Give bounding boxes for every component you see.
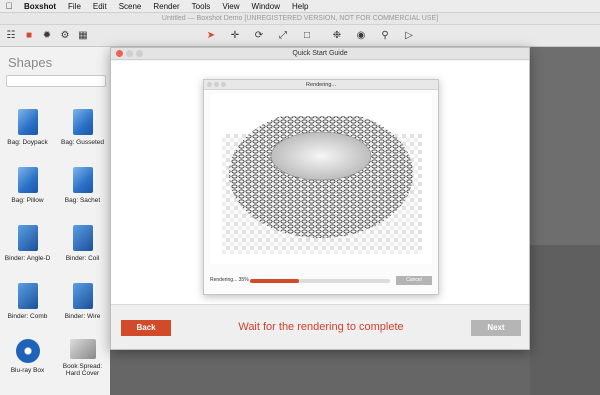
shape-binder-wire[interactable]: Binder: Wire — [55, 283, 110, 341]
menu-tools[interactable]: Tools — [186, 2, 217, 11]
shape-label: Binder: Comb — [7, 313, 48, 320]
shape-label: Binder: Wire — [64, 313, 101, 320]
bag-icon — [17, 167, 38, 193]
settings-icon[interactable]: ⚙ — [58, 29, 72, 43]
minimize-window-icon[interactable] — [126, 50, 133, 57]
viewport-floor-bottom — [110, 350, 530, 395]
menu-scene[interactable]: Scene — [113, 2, 148, 11]
toolbar: ☷ ■ ✹ ⚙ ▦ ➤ ✛ ⟳ ⤢ □ ❉ ◉ ⚲ ▷ — [0, 25, 600, 47]
instruction-text: Wait for the rendering to complete — [238, 321, 404, 333]
rendering-title: Rendering... — [306, 82, 336, 88]
shape-label: Book Spread: Hard Cover — [62, 363, 103, 377]
shape-binder-angle-d[interactable]: Binder: Angle-D — [0, 225, 55, 283]
frame-tool-icon[interactable]: □ — [300, 29, 314, 43]
render-preview — [210, 94, 432, 264]
shape-label: Bag: Doypack — [7, 139, 48, 146]
minimize-window-icon[interactable] — [214, 82, 219, 87]
menu-bar:  Boxshot File Edit Scene Render Tools V… — [0, 0, 600, 13]
shape-label: Bag: Sachet — [64, 197, 101, 204]
shape-book-spread-hard-cover[interactable]: Book Spread: Hard Cover — [55, 339, 110, 395]
bag-icon — [17, 109, 38, 135]
bag-icon — [72, 109, 93, 135]
light-icon[interactable]: ❉ — [330, 29, 344, 43]
binder-icon — [17, 225, 38, 251]
menu-edit[interactable]: Edit — [87, 2, 113, 11]
render-icon[interactable]: ▷ — [402, 29, 416, 43]
progress-fill — [250, 279, 299, 283]
shape-binder-comb[interactable]: Binder: Comb — [0, 283, 55, 341]
viewport-floor-right — [530, 245, 600, 395]
binder-icon — [72, 225, 93, 251]
hierarchy-icon[interactable]: ☷ — [4, 29, 18, 43]
rendering-window: Rendering... Rendering... 35% Cancel — [203, 79, 439, 295]
disc-icon — [15, 339, 40, 363]
shape-bag-sachet[interactable]: Bag: Sachet — [55, 167, 110, 225]
shape-label: Blu-ray Box — [10, 367, 45, 374]
menu-file[interactable]: File — [62, 2, 87, 11]
book-icon — [69, 339, 96, 359]
progress-status: Rendering... 35% — [210, 277, 249, 283]
zoom-window-icon[interactable] — [136, 50, 143, 57]
shape-label: Bag: Pillow — [11, 197, 44, 204]
shape-label: Binder: Angle-D — [4, 255, 51, 262]
dialog-titlebar: Quick Start Guide — [111, 48, 529, 60]
rotate-tool-icon[interactable]: ⟳ — [252, 29, 266, 43]
select-tool-icon[interactable]: ➤ — [204, 29, 218, 43]
bag-icon — [72, 167, 93, 193]
shape-binder-coil[interactable]: Binder: Coil — [55, 225, 110, 283]
shape-bag-doypack[interactable]: Bag: Doypack — [0, 109, 55, 167]
shapes-icon[interactable]: ■ — [22, 29, 36, 43]
close-window-icon[interactable] — [116, 50, 123, 57]
shape-bag-pillow[interactable]: Bag: Pillow — [0, 167, 55, 225]
zoom-window-icon[interactable] — [221, 82, 226, 87]
shape-label: Binder: Coil — [65, 255, 100, 262]
menu-app[interactable]: Boxshot — [18, 2, 62, 11]
binder-icon — [17, 283, 38, 309]
window-title: Untitled — Boxshot Demo [UNREGISTERED VE… — [0, 13, 600, 25]
shapes-search-input[interactable] — [6, 75, 106, 87]
quick-start-dialog: Quick Start Guide Rendering... Rendering… — [110, 47, 530, 350]
back-button[interactable]: Back — [121, 320, 171, 336]
scale-tool-icon[interactable]: ⤢ — [276, 29, 290, 43]
dialog-body: Rendering... Rendering... 35% Cancel — [111, 61, 529, 304]
binder-icon — [72, 283, 93, 309]
menu-window[interactable]: Window — [246, 2, 286, 11]
shapes-sidebar: Shapes Bag: Doypack Bag: Gusseted Bag: P… — [0, 47, 110, 395]
shape-bag-gusseted[interactable]: Bag: Gusseted — [55, 109, 110, 167]
dialog-footer: Back Wait for the rendering to complete … — [111, 304, 529, 349]
rendering-titlebar: Rendering... — [204, 80, 438, 90]
materials-icon[interactable]: ✹ — [40, 29, 54, 43]
menu-view[interactable]: View — [216, 2, 245, 11]
zoom-icon[interactable]: ⚲ — [378, 29, 392, 43]
next-button[interactable]: Next — [471, 320, 521, 336]
grid-icon[interactable]: ▦ — [76, 29, 90, 43]
sidebar-title: Shapes — [8, 55, 53, 70]
dialog-title: Quick Start Guide — [292, 50, 348, 57]
move-tool-icon[interactable]: ✛ — [228, 29, 242, 43]
shape-label: Bag: Gusseted — [61, 139, 104, 146]
menu-render[interactable]: Render — [147, 2, 185, 11]
shape-blu-ray-box[interactable]: Blu-ray Box — [0, 339, 55, 395]
camera-icon[interactable]: ◉ — [354, 29, 368, 43]
menu-help[interactable]: Help — [286, 2, 314, 11]
progress-row: Rendering... 35% Cancel — [210, 276, 434, 286]
cancel-button[interactable]: Cancel — [396, 276, 432, 285]
close-window-icon[interactable] — [207, 82, 212, 87]
apple-icon[interactable]:  — [0, 1, 18, 11]
progress-bar — [250, 279, 390, 283]
